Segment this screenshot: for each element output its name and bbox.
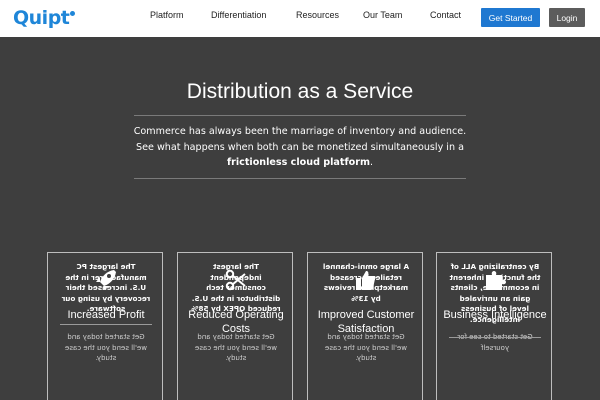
feature-card-business-intelligence[interactable]: By centralizing ALL of the functions inh…	[436, 252, 552, 400]
card-title: Business Intelligence	[443, 309, 547, 321]
nav-link-contact[interactable]: Contact	[430, 10, 461, 20]
puzzle-icon	[486, 271, 506, 290]
card-divider	[449, 337, 541, 338]
card-back-subtext: Get started today and we'll send you the…	[324, 333, 408, 362]
card-back-subtext: Get started today and we'll send you the…	[194, 333, 278, 362]
card-title: Increased Profit	[67, 309, 145, 321]
card-title: Improved Customer Satisfaction	[317, 309, 415, 335]
feature-card-reduced-costs[interactable]: The largest independent consumer tech di…	[177, 252, 293, 400]
nav-link-platform[interactable]: Platform	[150, 10, 184, 20]
hero-divider-bottom	[134, 178, 466, 179]
quipt-logo[interactable]: Quipt	[13, 5, 76, 31]
hero-text-line2: See what happens when both can be moneti…	[136, 141, 464, 153]
top-nav: Quipt Platform Differentiation Resources…	[0, 0, 600, 37]
rocket-icon	[96, 270, 116, 290]
hero-title: Distribution as a Service	[186, 80, 414, 103]
scissors-icon	[225, 269, 246, 291]
hero-divider-top	[134, 115, 466, 116]
logo-dot-icon	[70, 10, 76, 16]
feature-card-customer-satisfaction[interactable]: A large omni-channel retailer increased …	[307, 252, 423, 400]
nav-link-differentiation[interactable]: Differentiation	[211, 10, 266, 20]
card-back-subtext: Get started to see for yourself	[457, 333, 533, 352]
logo-text: Quipt	[13, 7, 70, 29]
hero-description: Commerce has always been the marriage of…	[120, 124, 480, 171]
get-started-button[interactable]: Get Started	[481, 8, 540, 27]
nav-link-our-team[interactable]: Our Team	[363, 10, 402, 20]
hero-text-bold: frictionless cloud platform	[226, 157, 370, 168]
hero-text-line1: Commerce has always been the marriage of…	[133, 126, 467, 137]
card-back-subtext: Get started today and we'll send you the…	[64, 333, 148, 362]
login-button[interactable]: Login	[549, 8, 585, 27]
card-divider	[60, 324, 152, 325]
nav-link-resources[interactable]: Resources	[296, 10, 339, 20]
thumbs-up-icon	[356, 271, 376, 290]
feature-card-increased-profit[interactable]: The largest PC manufacturer in the U.S. …	[47, 252, 163, 400]
hero-text-end: .	[369, 157, 374, 168]
card-title: Reduced Operating Costs	[188, 309, 284, 335]
